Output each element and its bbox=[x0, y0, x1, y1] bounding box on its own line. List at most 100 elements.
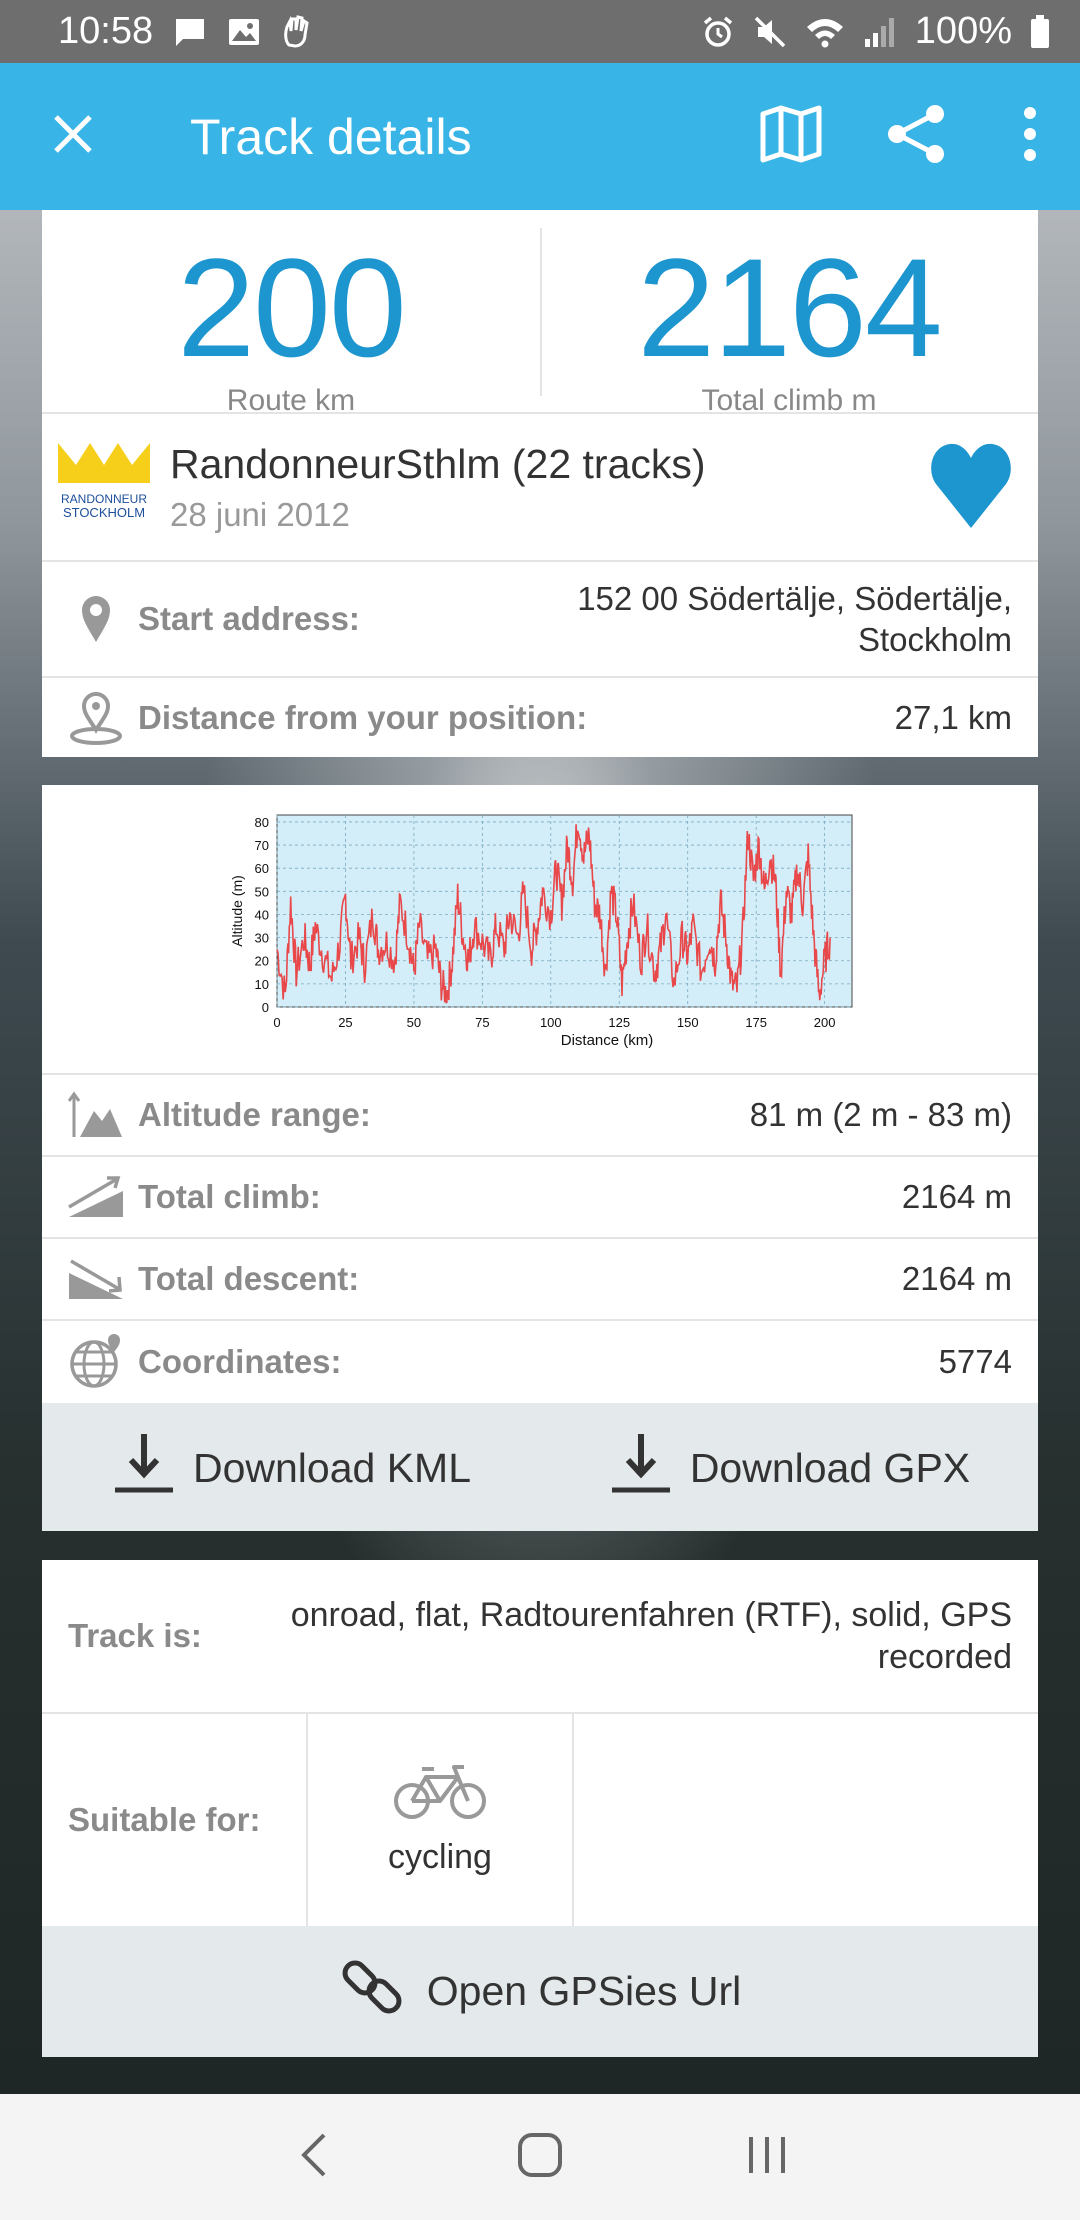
logo-text-top: RANDONNEUR bbox=[61, 492, 147, 506]
y-axis-label: Altitude (m) bbox=[229, 875, 245, 947]
status-time: 10:58 bbox=[58, 10, 154, 52]
download-gpx-button[interactable]: Download GPX bbox=[540, 1430, 1038, 1506]
status-bar: 10:58 100% bbox=[0, 0, 1080, 63]
elevation-card: 0 10 20 30 40 50 60 70 80 0 25 50 75 100 125 150 175 200… bbox=[42, 785, 1038, 1531]
bicycle-icon bbox=[392, 1763, 488, 1826]
coordinates-value: 5774 bbox=[938, 1343, 1012, 1381]
open-gpsies-url-button[interactable]: Open GPSies Url bbox=[42, 1926, 1038, 2057]
total-climb-stat: 2164 Total climb m bbox=[540, 210, 1038, 414]
y-tick-label: 80 bbox=[255, 815, 269, 830]
start-address-row: Start address: 152 00 Södertälje, Södert… bbox=[42, 562, 1038, 678]
map-icon bbox=[759, 104, 823, 169]
total-climb-value: 2164 bbox=[637, 229, 942, 386]
altitude-chart: 0 10 20 30 40 50 60 70 80 0 25 50 75 100 125 150 175 200… bbox=[42, 785, 1038, 1075]
map-button[interactable] bbox=[728, 63, 854, 210]
x-tick-label: 125 bbox=[608, 1015, 630, 1030]
track-is-row: Track is: onroad, flat, Radtourenfahren … bbox=[42, 1560, 1038, 1714]
share-icon bbox=[885, 104, 949, 169]
mute-icon bbox=[753, 15, 787, 49]
y-tick-label: 30 bbox=[255, 931, 269, 946]
route-km-value: 200 bbox=[177, 229, 407, 386]
hand-icon bbox=[281, 14, 313, 49]
total-climb-row: Total climb: 2164 m bbox=[42, 1157, 1038, 1239]
total-descent-label: Total descent: bbox=[138, 1260, 360, 1297]
more-vert-icon bbox=[1022, 106, 1038, 167]
author-row[interactable]: RANDONNEUR STOCKHOLM RandonneurSthlm (22… bbox=[42, 414, 1038, 562]
nav-home-button[interactable] bbox=[485, 2102, 595, 2212]
total-descent-row: Total descent: 2164 m bbox=[42, 1239, 1038, 1321]
nav-back-button[interactable] bbox=[258, 2102, 368, 2212]
favorite-heart-icon[interactable] bbox=[930, 440, 1012, 535]
share-button[interactable] bbox=[854, 63, 980, 210]
recents-icon bbox=[745, 2133, 789, 2182]
altitude-icon bbox=[66, 1091, 126, 1139]
start-address-label: Start address: bbox=[138, 600, 360, 637]
total-descent-value: 2164 m bbox=[901, 1260, 1012, 1298]
gallery-icon bbox=[227, 16, 261, 48]
system-nav-bar bbox=[0, 2094, 1080, 2220]
logo-text-bottom: STOCKHOLM bbox=[63, 505, 145, 520]
more-options-button[interactable] bbox=[980, 63, 1080, 210]
distance-label: Distance from your position: bbox=[138, 698, 588, 736]
randonneur-logo: RANDONNEUR STOCKHOLM bbox=[56, 439, 152, 535]
app-bar: Track details bbox=[0, 63, 1080, 210]
y-tick-label: 10 bbox=[255, 977, 269, 992]
x-tick-label: 0 bbox=[273, 1015, 280, 1030]
y-tick-label: 70 bbox=[255, 838, 269, 853]
battery-icon bbox=[1030, 14, 1050, 49]
home-icon bbox=[517, 2132, 563, 2183]
author-name: RandonneurSthlm (22 tracks) bbox=[170, 440, 706, 487]
y-tick-label: 20 bbox=[255, 954, 269, 969]
suitable-cycling: cycling bbox=[308, 1714, 574, 1926]
plot-area bbox=[276, 814, 853, 1008]
y-tick-label: 0 bbox=[262, 1000, 269, 1015]
altitude-range-value: 81 m (2 m - 83 m) bbox=[749, 1096, 1012, 1134]
cycling-label: cycling bbox=[388, 1838, 492, 1876]
altitude-range-label: Altitude range: bbox=[138, 1096, 371, 1133]
x-tick-label: 100 bbox=[540, 1015, 562, 1030]
distance-value: 27,1 km bbox=[894, 698, 1012, 736]
x-tick-label: 50 bbox=[407, 1015, 421, 1030]
nav-recents-button[interactable] bbox=[712, 2102, 822, 2212]
download-icon bbox=[111, 1430, 177, 1506]
suitable-empty-cell bbox=[574, 1714, 1038, 1926]
track-is-value: onroad, flat, Radtourenfahren (RTF), sol… bbox=[290, 1595, 1012, 1677]
back-chevron-icon bbox=[298, 2132, 328, 2183]
total-climb-row-value: 2164 m bbox=[901, 1178, 1012, 1216]
x-axis-label: Distance (km) bbox=[561, 1032, 654, 1049]
total-climb-label: Total climb m bbox=[701, 384, 877, 414]
descent-icon bbox=[66, 1257, 126, 1301]
start-address-value: 152 00 Södertälje, Södertälje, Stockholm bbox=[577, 579, 1012, 658]
place-marker-icon bbox=[66, 690, 126, 746]
download-gpx-label: Download GPX bbox=[689, 1444, 971, 1491]
download-kml-label: Download KML bbox=[192, 1444, 472, 1491]
track-properties-card: Track is: onroad, flat, Radtourenfahren … bbox=[42, 1560, 1038, 2057]
download-kml-button[interactable]: Download KML bbox=[42, 1430, 540, 1506]
alarm-icon bbox=[701, 15, 735, 49]
download-icon bbox=[608, 1430, 674, 1506]
coordinates-label: Coordinates: bbox=[138, 1343, 342, 1380]
route-km-stat: 200 Route km bbox=[42, 210, 540, 414]
suitable-for-row: Suitable for: cycling bbox=[42, 1714, 1038, 1926]
close-icon bbox=[53, 114, 93, 159]
download-buttons: Download KML Download GPX bbox=[42, 1403, 1038, 1531]
y-tick-label: 40 bbox=[255, 907, 269, 922]
altitude-chart-svg: 0 10 20 30 40 50 60 70 80 0 25 50 75 100 125 150 175 200… bbox=[229, 814, 853, 1049]
close-button[interactable] bbox=[0, 63, 146, 210]
suitable-for-label: Suitable for: bbox=[42, 1714, 308, 1926]
track-date: 28 juni 2012 bbox=[170, 495, 350, 533]
x-ticks: 0 25 50 75 100 125 150 175 200 bbox=[273, 1015, 835, 1030]
globe-icon bbox=[66, 1334, 126, 1390]
distance-row: Distance from your position: 27,1 km bbox=[42, 678, 1038, 757]
location-pin-icon bbox=[66, 594, 126, 644]
wifi-icon bbox=[805, 15, 845, 49]
page-title: Track details bbox=[190, 108, 472, 165]
signal-icon bbox=[863, 15, 897, 49]
x-tick-label: 175 bbox=[745, 1015, 767, 1030]
message-icon bbox=[173, 16, 207, 48]
link-icon bbox=[339, 1954, 405, 2030]
y-tick-label: 50 bbox=[255, 884, 269, 899]
route-km-label: Route km bbox=[226, 384, 356, 414]
coordinates-row: Coordinates: 5774 bbox=[42, 1321, 1038, 1403]
climb-icon bbox=[66, 1175, 126, 1219]
